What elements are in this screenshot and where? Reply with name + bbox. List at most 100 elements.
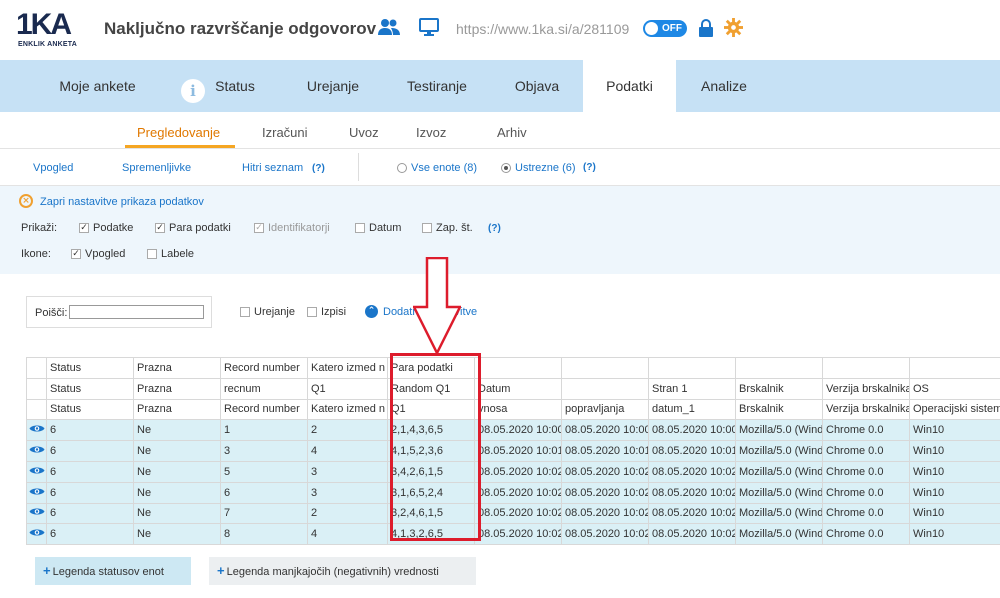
- header-cell[interactable]: Record number: [220, 357, 308, 379]
- header-cell[interactable]: Para podatki: [387, 357, 475, 379]
- header-cell[interactable]: Status: [46, 398, 134, 421]
- header-cell[interactable]: popravljanja: [561, 398, 649, 421]
- survey-title[interactable]: Naključno razvrščanje odgovorov: [104, 19, 376, 39]
- radio-ustrezne[interactable]: [501, 163, 511, 173]
- eye-icon[interactable]: [26, 481, 47, 504]
- eye-icon[interactable]: [26, 523, 47, 546]
- header-cell[interactable]: Prazna: [133, 377, 221, 400]
- tab-analize[interactable]: Analize: [688, 60, 760, 112]
- monitor-icon[interactable]: [419, 18, 439, 41]
- lock-icon[interactable]: [699, 19, 713, 42]
- close-circle-icon[interactable]: ×: [19, 194, 33, 208]
- table-cell: 2: [307, 419, 388, 442]
- tab-moje-ankete[interactable]: Moje ankete: [40, 60, 155, 112]
- checkbox-datum-label[interactable]: Datum: [369, 222, 401, 234]
- header-cell[interactable]: Status: [46, 377, 134, 400]
- header-cell[interactable]: Brskalnik: [735, 398, 823, 421]
- eye-icon[interactable]: [26, 502, 47, 525]
- header-cell[interactable]: Stran 1: [648, 377, 736, 400]
- checkbox-izpisi[interactable]: [307, 307, 317, 317]
- table-cell: Chrome 0.0: [822, 440, 910, 462]
- header-cell[interactable]: vnosa: [474, 398, 562, 421]
- header-cell[interactable]: [26, 357, 47, 379]
- survey-active-toggle[interactable]: OFF: [643, 20, 687, 37]
- checkbox-labele-label[interactable]: Labele: [161, 248, 194, 260]
- header-cell[interactable]: recnum: [220, 377, 308, 400]
- tab-podatki[interactable]: Podatki: [583, 60, 676, 112]
- table-cell: Ne: [133, 419, 221, 442]
- checkbox-para-podatki[interactable]: ✓: [155, 223, 165, 233]
- checkbox-urejanje-label[interactable]: Urejanje: [254, 306, 295, 318]
- close-settings-link[interactable]: Zapri nastavitve prikaza podatkov: [40, 196, 204, 208]
- subtab-arhiv[interactable]: Arhiv: [497, 125, 527, 140]
- header-cell[interactable]: Q1: [307, 377, 388, 400]
- info-icon[interactable]: i: [181, 79, 205, 103]
- checkbox-urejanje[interactable]: [240, 307, 250, 317]
- checkbox-podatke-label[interactable]: Podatke: [93, 222, 133, 234]
- header-cell[interactable]: datum_1: [648, 398, 736, 421]
- link-hitri-seznam[interactable]: Hitri seznam: [242, 162, 303, 174]
- checkbox-podatke[interactable]: ✓: [79, 223, 89, 233]
- legend-status-button[interactable]: + Legenda statusov enot: [35, 557, 191, 585]
- checkbox-labele[interactable]: [147, 249, 157, 259]
- header-cell[interactable]: [909, 357, 1000, 379]
- header-cell[interactable]: OS: [909, 377, 1000, 400]
- checkbox-icon-vpogled[interactable]: ✓: [71, 249, 81, 259]
- legend-missing-button[interactable]: + Legenda manjkajočih (negativnih) vredno…: [209, 557, 476, 585]
- header-cell[interactable]: Status: [46, 357, 134, 379]
- checkbox-izpisi-label[interactable]: Izpisi: [321, 306, 346, 318]
- header-cell[interactable]: [474, 357, 562, 379]
- chevron-up-icon[interactable]: ⌃: [365, 305, 378, 318]
- header-cell[interactable]: Q1: [387, 398, 475, 421]
- header-cell[interactable]: Brskalnik: [735, 377, 823, 400]
- header-cell[interactable]: Operacijski sistem: [909, 398, 1000, 421]
- table-cell: Ne: [133, 481, 221, 504]
- eye-icon[interactable]: [26, 440, 47, 462]
- tab-objava[interactable]: Objava: [497, 60, 577, 112]
- tab-testiranje[interactable]: Testiranje: [392, 60, 482, 112]
- subtab-izvoz[interactable]: Izvoz: [416, 125, 446, 140]
- table-cell: 08.05.2020 10:00: [474, 419, 562, 442]
- header-cell[interactable]: Datum: [474, 377, 562, 400]
- header-cell[interactable]: [26, 398, 47, 421]
- help-link[interactable]: (?): [312, 163, 325, 174]
- radio-vse-enote[interactable]: [397, 163, 407, 173]
- eye-icon[interactable]: [26, 460, 47, 483]
- header-cell[interactable]: [561, 357, 649, 379]
- help-link-units[interactable]: (?): [583, 162, 596, 173]
- header-cell[interactable]: [648, 357, 736, 379]
- radio-ustrezne-label[interactable]: Ustrezne (6): [515, 162, 576, 174]
- header-cell[interactable]: Verzija brskalnika: [822, 398, 910, 421]
- header-cell[interactable]: Record number: [220, 398, 308, 421]
- checkbox-icon-vpogled-label[interactable]: Vpogled: [85, 248, 125, 260]
- subtab-izracuni[interactable]: Izračuni: [262, 125, 308, 140]
- header-cell[interactable]: [735, 357, 823, 379]
- eye-icon[interactable]: [26, 419, 47, 442]
- header-cell[interactable]: Katero izmed n: [307, 357, 388, 379]
- header-cell[interactable]: [561, 377, 649, 400]
- help-link-show[interactable]: (?): [488, 223, 501, 234]
- users-icon[interactable]: [378, 18, 400, 41]
- checkbox-datum[interactable]: [355, 223, 365, 233]
- survey-url[interactable]: https://www.1ka.si/a/281109: [456, 21, 629, 37]
- header-cell[interactable]: Prazna: [133, 357, 221, 379]
- subtab-uvoz[interactable]: Uvoz: [349, 125, 379, 140]
- checkbox-zap-st-label[interactable]: Zap. št.: [436, 222, 473, 234]
- search-input[interactable]: [69, 305, 204, 319]
- header-cell[interactable]: Verzija brskalnika: [822, 377, 910, 400]
- header-cell[interactable]: [26, 377, 47, 400]
- header-cell[interactable]: [822, 357, 910, 379]
- header-cell[interactable]: Random Q1: [387, 377, 475, 400]
- header-cell[interactable]: Katero izmed n: [307, 398, 388, 421]
- link-spremenljivke[interactable]: Spremenljivke: [122, 162, 191, 174]
- logo[interactable]: 1KA ENKLIK ANKETA: [16, 10, 77, 50]
- tab-status[interactable]: Status: [207, 60, 263, 112]
- checkbox-para-podatki-label[interactable]: Para podatki: [169, 222, 231, 234]
- radio-vse-enote-label[interactable]: Vse enote (8): [411, 162, 477, 174]
- tab-urejanje[interactable]: Urejanje: [290, 60, 376, 112]
- subtab-pregledovanje[interactable]: Pregledovanje: [137, 125, 220, 140]
- header-cell[interactable]: Prazna: [133, 398, 221, 421]
- link-vpogled[interactable]: Vpogled: [33, 162, 73, 174]
- gear-icon[interactable]: [724, 18, 743, 42]
- checkbox-zap-st[interactable]: [422, 223, 432, 233]
